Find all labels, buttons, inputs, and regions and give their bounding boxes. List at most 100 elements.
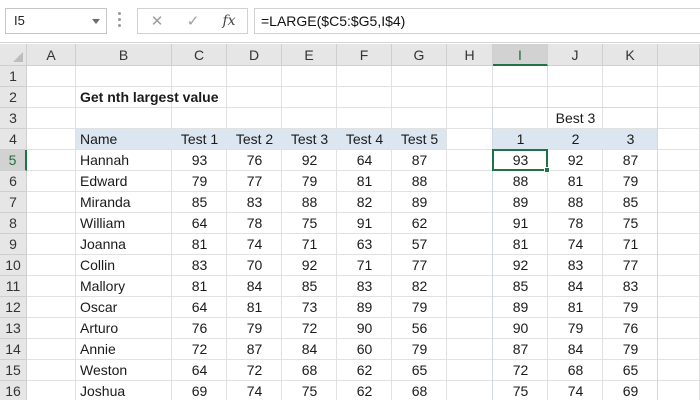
score-cell[interactable]: 81	[172, 276, 227, 297]
best-score-cell[interactable]: 81	[493, 234, 548, 255]
score-cell[interactable]: 71	[337, 255, 392, 276]
score-cell[interactable]: 88	[392, 171, 447, 192]
best-score-cell[interactable]: 87	[493, 339, 548, 360]
row-header-1[interactable]: 1	[0, 66, 27, 87]
score-cell[interactable]: 69	[172, 381, 227, 400]
student-name-cell[interactable]: Oscar	[76, 297, 172, 318]
score-cell[interactable]: 87	[392, 150, 447, 171]
student-name-cell[interactable]: William	[76, 213, 172, 234]
score-cell[interactable]: 84	[227, 276, 282, 297]
score-cell[interactable]: 89	[392, 192, 447, 213]
best-score-cell[interactable]: 81	[548, 297, 603, 318]
best-score-cell[interactable]: 92	[493, 255, 548, 276]
score-cell[interactable]: 72	[227, 360, 282, 381]
name-box[interactable]: I5	[5, 8, 107, 34]
score-cell[interactable]: 64	[337, 150, 392, 171]
score-cell[interactable]: 64	[172, 360, 227, 381]
score-cell[interactable]: 72	[282, 318, 337, 339]
best-score-cell[interactable]: 91	[493, 213, 548, 234]
student-name-cell[interactable]: Joshua	[76, 381, 172, 400]
best-score-cell[interactable]: 92	[548, 150, 603, 171]
score-cell[interactable]: 76	[227, 150, 282, 171]
score-cell[interactable]: 62	[337, 381, 392, 400]
score-cell[interactable]: 91	[337, 213, 392, 234]
score-cell[interactable]: 74	[227, 234, 282, 255]
spreadsheet-grid[interactable]: A B C D E F G H I J K 1 2 3 4 5 6 7 8 9 10 11 12 13 14 15 16 Get nt…	[0, 44, 700, 400]
row-header-15[interactable]: 15	[0, 360, 27, 381]
best-score-cell[interactable]: 87	[603, 150, 658, 171]
score-cell[interactable]: 83	[337, 276, 392, 297]
column-header-e[interactable]: E	[282, 44, 337, 66]
score-cell[interactable]: 79	[172, 171, 227, 192]
score-cell[interactable]: 56	[392, 318, 447, 339]
cancel-icon[interactable]: ✕	[142, 9, 172, 33]
score-cell[interactable]: 84	[282, 339, 337, 360]
student-name-cell[interactable]: Joanna	[76, 234, 172, 255]
row-header-7[interactable]: 7	[0, 192, 27, 213]
student-name-cell[interactable]: Hannah	[76, 150, 172, 171]
column-header-i[interactable]: I	[493, 44, 548, 66]
column-header-b[interactable]: B	[76, 44, 172, 66]
score-cell[interactable]: 64	[172, 213, 227, 234]
row-header-8[interactable]: 8	[0, 213, 27, 234]
score-cell[interactable]: 89	[337, 297, 392, 318]
score-cell[interactable]: 92	[282, 150, 337, 171]
score-cell[interactable]: 81	[337, 171, 392, 192]
score-cell[interactable]: 75	[282, 213, 337, 234]
score-cell[interactable]: 70	[227, 255, 282, 276]
best-score-cell[interactable]: 88	[548, 192, 603, 213]
student-name-cell[interactable]: Weston	[76, 360, 172, 381]
score-cell[interactable]: 75	[282, 381, 337, 400]
row-header-3[interactable]: 3	[0, 108, 27, 129]
best-score-cell[interactable]: 68	[548, 360, 603, 381]
formula-input[interactable]: =LARGE($C5:$G5,I$4)	[254, 8, 700, 34]
score-cell[interactable]: 62	[337, 360, 392, 381]
column-header-h[interactable]: H	[447, 44, 493, 66]
score-cell[interactable]: 81	[227, 297, 282, 318]
best-score-cell[interactable]: 65	[603, 360, 658, 381]
best-score-cell[interactable]: 71	[603, 234, 658, 255]
best-score-cell[interactable]: 76	[603, 318, 658, 339]
score-cell[interactable]: 88	[282, 192, 337, 213]
score-cell[interactable]: 83	[227, 192, 282, 213]
row-header-12[interactable]: 12	[0, 297, 27, 318]
student-name-cell[interactable]: Annie	[76, 339, 172, 360]
best-score-cell[interactable]: 77	[603, 255, 658, 276]
row-header-10[interactable]: 10	[0, 255, 27, 276]
score-cell[interactable]: 68	[282, 360, 337, 381]
column-header-a[interactable]: A	[27, 44, 76, 66]
score-cell[interactable]: 93	[172, 150, 227, 171]
best-score-cell[interactable]: 89	[493, 297, 548, 318]
student-name-cell[interactable]: Arturo	[76, 318, 172, 339]
row-header-5[interactable]: 5	[0, 150, 27, 171]
score-cell[interactable]: 71	[282, 234, 337, 255]
score-cell[interactable]: 85	[282, 276, 337, 297]
row-header-14[interactable]: 14	[0, 339, 27, 360]
best-score-cell[interactable]: 85	[493, 276, 548, 297]
best-score-cell[interactable]: 89	[493, 192, 548, 213]
score-cell[interactable]: 63	[337, 234, 392, 255]
best-score-cell[interactable]: 85	[603, 192, 658, 213]
chevron-down-icon[interactable]	[92, 19, 100, 24]
best-score-cell[interactable]: 75	[493, 381, 548, 400]
student-name-cell[interactable]: Collin	[76, 255, 172, 276]
score-cell[interactable]: 64	[172, 297, 227, 318]
score-cell[interactable]: 81	[172, 234, 227, 255]
select-all-button[interactable]	[0, 44, 27, 66]
best-score-cell[interactable]: 83	[603, 276, 658, 297]
best-score-cell[interactable]: 88	[493, 171, 548, 192]
best-score-cell[interactable]: 74	[548, 381, 603, 400]
score-cell[interactable]: 65	[392, 360, 447, 381]
best-score-cell[interactable]: 81	[548, 171, 603, 192]
checkmark-icon[interactable]: ✓	[178, 9, 208, 33]
score-cell[interactable]: 77	[392, 255, 447, 276]
row-header-6[interactable]: 6	[0, 171, 27, 192]
score-cell[interactable]: 76	[172, 318, 227, 339]
score-cell[interactable]: 90	[337, 318, 392, 339]
score-cell[interactable]: 78	[227, 213, 282, 234]
best-score-cell[interactable]: 79	[603, 171, 658, 192]
best-score-cell[interactable]: 83	[548, 255, 603, 276]
score-cell[interactable]: 92	[282, 255, 337, 276]
student-name-cell[interactable]: Mallory	[76, 276, 172, 297]
best-score-cell[interactable]: 79	[603, 339, 658, 360]
